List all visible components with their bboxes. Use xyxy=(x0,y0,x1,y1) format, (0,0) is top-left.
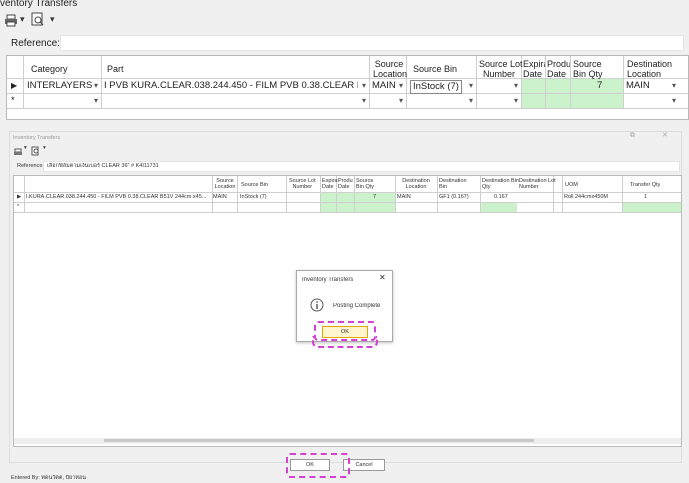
inner-col-production[interactable]: Produ Date xyxy=(338,178,353,190)
transfer-grid: Category Part Source Location Source Bin… xyxy=(6,55,689,120)
destination-location-dropdown[interactable]: ▾ xyxy=(669,80,679,92)
cell-part[interactable]: I PVB KURA.CLEAR.038.244.450 - FILM PVB … xyxy=(104,80,358,92)
category-dropdown[interactable]: ▾ xyxy=(91,80,101,92)
print-dropdown[interactable]: ▾ xyxy=(20,14,25,25)
inner-col-destination-location[interactable]: Destination Location xyxy=(397,178,435,190)
source-lot-dropdown[interactable]: ▾ xyxy=(511,80,521,92)
new-destination-location-dropdown[interactable]: ▾ xyxy=(669,95,679,107)
inner-reference-input[interactable]: เลือกฟิล์มตามเงินเบอร์ CLEAR 36" # K4I11… xyxy=(43,161,680,172)
new-source-lot-dropdown[interactable]: ▾ xyxy=(511,95,521,107)
inner-grid-scrollbar[interactable] xyxy=(14,438,681,444)
reference-input[interactable] xyxy=(60,35,684,51)
ok-highlight-marker xyxy=(286,453,350,478)
cell-production[interactable] xyxy=(546,79,570,93)
inner-cell-transfer-qty[interactable]: 1 xyxy=(644,194,647,200)
cell-source-bin[interactable]: InStock (7) xyxy=(410,80,462,94)
inner-cell-destination-bin[interactable]: GF1 (0.167) xyxy=(439,194,469,200)
cell-source-location[interactable]: MAIN xyxy=(372,80,396,92)
cell-source-bin-qty: 7 xyxy=(597,80,603,91)
inner-window-title: Inventory Transfers xyxy=(13,135,61,141)
info-icon xyxy=(310,298,324,317)
inner-preview-button[interactable] xyxy=(31,143,40,161)
col-source-bin[interactable]: Source Bin xyxy=(413,64,457,74)
inner-col-destination-bin[interactable]: Destination Bin xyxy=(439,178,467,190)
new-source-location-dropdown[interactable]: ▾ xyxy=(396,95,406,107)
dialog-close-button[interactable]: ✕ xyxy=(379,274,386,282)
col-expiration[interactable]: Expirat Date xyxy=(523,59,545,79)
inner-col-source-location[interactable]: Source Location xyxy=(213,178,237,190)
new-category-dropdown[interactable]: ▾ xyxy=(91,95,101,107)
inner-grid-scrollbar-thumb[interactable] xyxy=(104,439,534,442)
col-production[interactable]: Produ Date xyxy=(547,59,570,79)
cell-expiration[interactable] xyxy=(522,79,545,93)
inner-preview-dropdown[interactable]: ▾ xyxy=(43,145,46,151)
printer-icon xyxy=(14,148,22,155)
inner-cell-destination-bin-qty: 0.167 xyxy=(494,194,508,200)
source-location-dropdown[interactable]: ▾ xyxy=(396,80,406,92)
entered-by: Entered By: ทดนวัตต, ปัยาทอน xyxy=(11,475,87,481)
inner-new-row-indicator: * xyxy=(17,204,20,210)
col-source-lot[interactable]: Source Lot Number xyxy=(479,59,523,79)
inner-cell-destination-location[interactable]: MAIN xyxy=(397,194,411,200)
window-title: ventory Transfers xyxy=(0,0,78,9)
inner-print-button[interactable] xyxy=(13,144,23,162)
col-source-location[interactable]: Source Location xyxy=(373,59,407,79)
inner-cell-uom[interactable]: Roll 244cmx450M xyxy=(564,194,608,200)
inner-print-dropdown[interactable]: ▾ xyxy=(24,145,27,151)
reference-label: Reference: xyxy=(11,38,60,49)
new-row-indicator: * xyxy=(11,95,15,106)
new-source-bin-dropdown[interactable]: ▾ xyxy=(466,95,476,107)
new-part-dropdown[interactable]: ▾ xyxy=(359,95,369,107)
col-category[interactable]: Category xyxy=(31,64,68,74)
inner-close-button[interactable]: ✕ xyxy=(662,132,668,139)
inner-col-destination-lot[interactable]: Destination Lot Number xyxy=(519,178,556,190)
inner-reference-label: Reference: xyxy=(17,163,44,169)
posting-complete-dialog: Inventory Transfers ✕ Posting Complete O… xyxy=(296,270,393,342)
inner-col-source-bin[interactable]: Source Bin xyxy=(241,182,268,188)
col-source-bin-qty[interactable]: Source Bin Qty xyxy=(573,59,621,79)
preview-dropdown[interactable]: ▾ xyxy=(50,14,55,25)
inner-restore-button[interactable]: ⧉ xyxy=(630,132,635,139)
dialog-highlight-tail xyxy=(312,336,378,348)
row-indicator: ▶ xyxy=(11,81,18,90)
inner-cell-source-location[interactable]: MAIN xyxy=(213,194,227,200)
source-bin-dropdown[interactable]: ▾ xyxy=(466,80,476,92)
inner-row-indicator: ▶ xyxy=(17,194,22,200)
dialog-title: Inventory Transfers xyxy=(302,277,354,283)
col-destination-location[interactable]: Destination Location xyxy=(627,59,687,79)
dialog-message: Posting Complete xyxy=(333,303,381,309)
inner-col-source-lot[interactable]: Source Lot Number xyxy=(289,178,316,190)
inner-cell-source-bin[interactable]: InStock (7) xyxy=(240,194,267,200)
inner-col-expiration[interactable]: Expira Date xyxy=(322,178,338,190)
cell-category[interactable]: INTERLAYERS xyxy=(27,80,92,92)
inner-col-source-bin-qty[interactable]: Source Bin Qty xyxy=(356,178,374,190)
inner-col-uom[interactable]: UOM xyxy=(565,182,578,188)
inner-col-transfer-qty[interactable]: Transfer Qty xyxy=(630,182,660,188)
cell-destination-location[interactable]: MAIN xyxy=(626,80,650,92)
part-dropdown[interactable]: ▾ xyxy=(359,80,369,92)
inner-cell-part[interactable]: I.KURA.CLEAR.038.244.450 - FILM PVB 0.38… xyxy=(26,194,206,200)
printer-icon xyxy=(5,14,17,27)
preview-button[interactable] xyxy=(31,12,45,30)
print-button[interactable] xyxy=(4,14,18,30)
preview-icon xyxy=(31,146,39,156)
inner-col-destination-bin-qty[interactable]: Destination Bin Qty xyxy=(482,178,519,190)
preview-icon xyxy=(31,12,44,26)
inner-cell-source-bin-qty: 7 xyxy=(373,194,377,200)
col-part[interactable]: Part xyxy=(107,64,124,74)
